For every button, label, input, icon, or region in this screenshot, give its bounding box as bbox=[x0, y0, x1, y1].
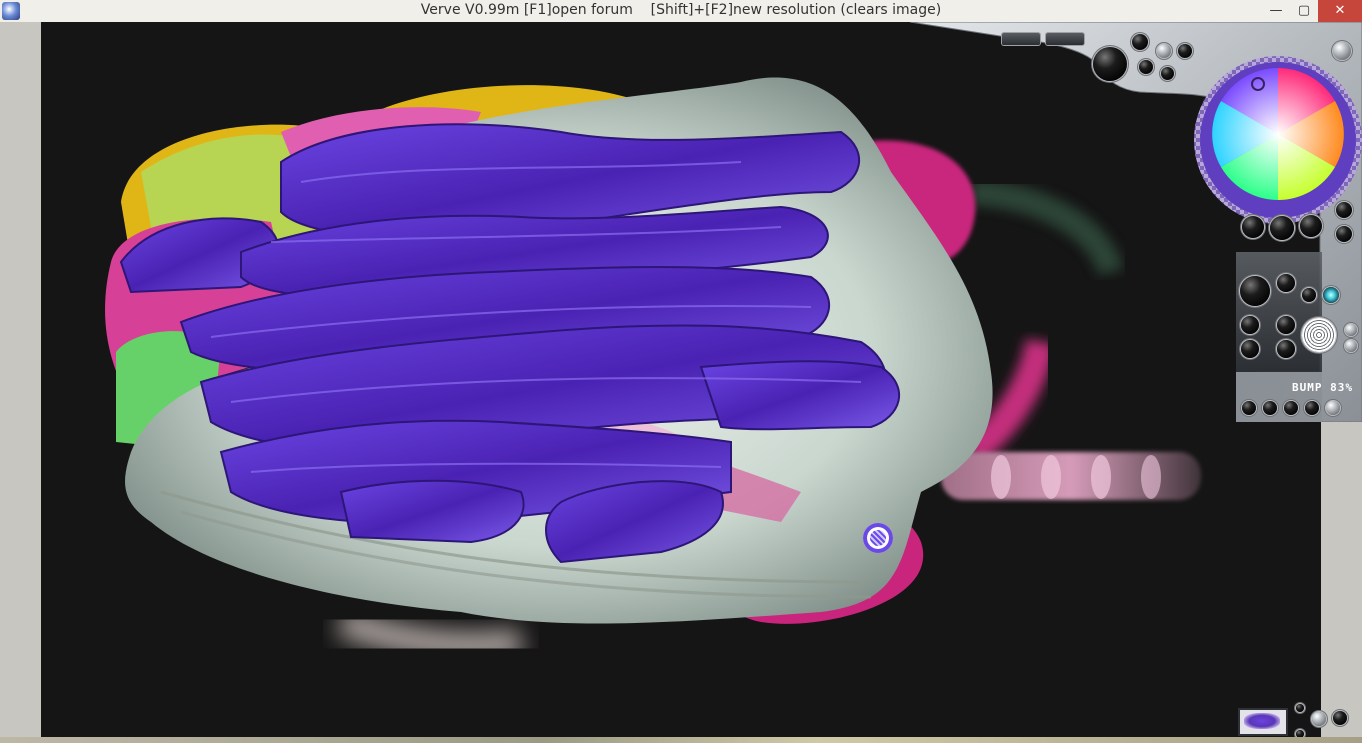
close-icon: ✕ bbox=[1334, 3, 1346, 18]
thumbnail-image bbox=[1244, 713, 1280, 729]
brush-button[interactable] bbox=[1302, 288, 1316, 302]
tool-button[interactable] bbox=[1132, 34, 1148, 50]
layer-button[interactable] bbox=[1305, 401, 1319, 415]
zoom-button[interactable] bbox=[1296, 704, 1304, 712]
tool-button[interactable] bbox=[1139, 60, 1153, 74]
title-bar: Verve V0.99m [F1]open forum [Shift]+[F2]… bbox=[0, 0, 1362, 23]
color-wheel[interactable] bbox=[1192, 54, 1362, 224]
left-margin bbox=[0, 22, 41, 743]
layer-button[interactable] bbox=[1242, 401, 1256, 415]
close-button[interactable]: ✕ bbox=[1318, 0, 1362, 22]
brush-cursor-icon bbox=[863, 523, 893, 553]
canvas-thumbnail[interactable] bbox=[1238, 708, 1288, 736]
texture-brush-button[interactable] bbox=[1302, 318, 1336, 352]
brush-size-knob[interactable] bbox=[1093, 47, 1127, 81]
color-slot-button[interactable] bbox=[1242, 216, 1264, 238]
maximize-icon: ▢ bbox=[1297, 3, 1311, 18]
menu-knob[interactable] bbox=[1333, 42, 1351, 60]
tool-button[interactable] bbox=[1161, 67, 1174, 80]
minimize-button[interactable]: — bbox=[1262, 0, 1290, 22]
brush-button[interactable] bbox=[1345, 340, 1357, 352]
tool-panel bbox=[900, 22, 1362, 422]
layer-button[interactable] bbox=[1326, 401, 1340, 415]
brush-button[interactable] bbox=[1241, 340, 1259, 358]
tool-slot-button[interactable] bbox=[1046, 33, 1084, 45]
maximize-button[interactable]: ▢ bbox=[1290, 0, 1318, 22]
brush-preview-button[interactable] bbox=[1240, 276, 1270, 306]
taskbar-strip bbox=[0, 737, 1362, 743]
layer-button[interactable] bbox=[1284, 401, 1298, 415]
layer-button[interactable] bbox=[1263, 401, 1277, 415]
brush-button[interactable] bbox=[1277, 316, 1295, 334]
zoom-button[interactable] bbox=[1312, 712, 1326, 726]
minimize-icon: — bbox=[1269, 3, 1283, 18]
brush-button[interactable] bbox=[1323, 287, 1339, 303]
brush-button[interactable] bbox=[1241, 316, 1259, 334]
tool-button[interactable] bbox=[1178, 44, 1192, 58]
window-title: Verve V0.99m [F1]open forum [Shift]+[F2]… bbox=[420, 2, 942, 18]
brush-cursor-pattern bbox=[870, 530, 886, 546]
color-slot-button[interactable] bbox=[1336, 202, 1352, 218]
bump-level-label: BUMP 83% bbox=[1292, 381, 1353, 394]
right-margin bbox=[1321, 420, 1362, 743]
tool-button[interactable] bbox=[1157, 44, 1171, 58]
brush-button[interactable] bbox=[1277, 274, 1295, 292]
zoom-button[interactable] bbox=[1333, 711, 1347, 725]
color-slot-button[interactable] bbox=[1336, 226, 1352, 242]
tool-slot-button[interactable] bbox=[1002, 33, 1040, 45]
brush-button[interactable] bbox=[1277, 340, 1295, 358]
brush-button[interactable] bbox=[1345, 324, 1357, 336]
color-slot-button[interactable] bbox=[1300, 215, 1322, 237]
color-slot-button[interactable] bbox=[1270, 216, 1294, 240]
